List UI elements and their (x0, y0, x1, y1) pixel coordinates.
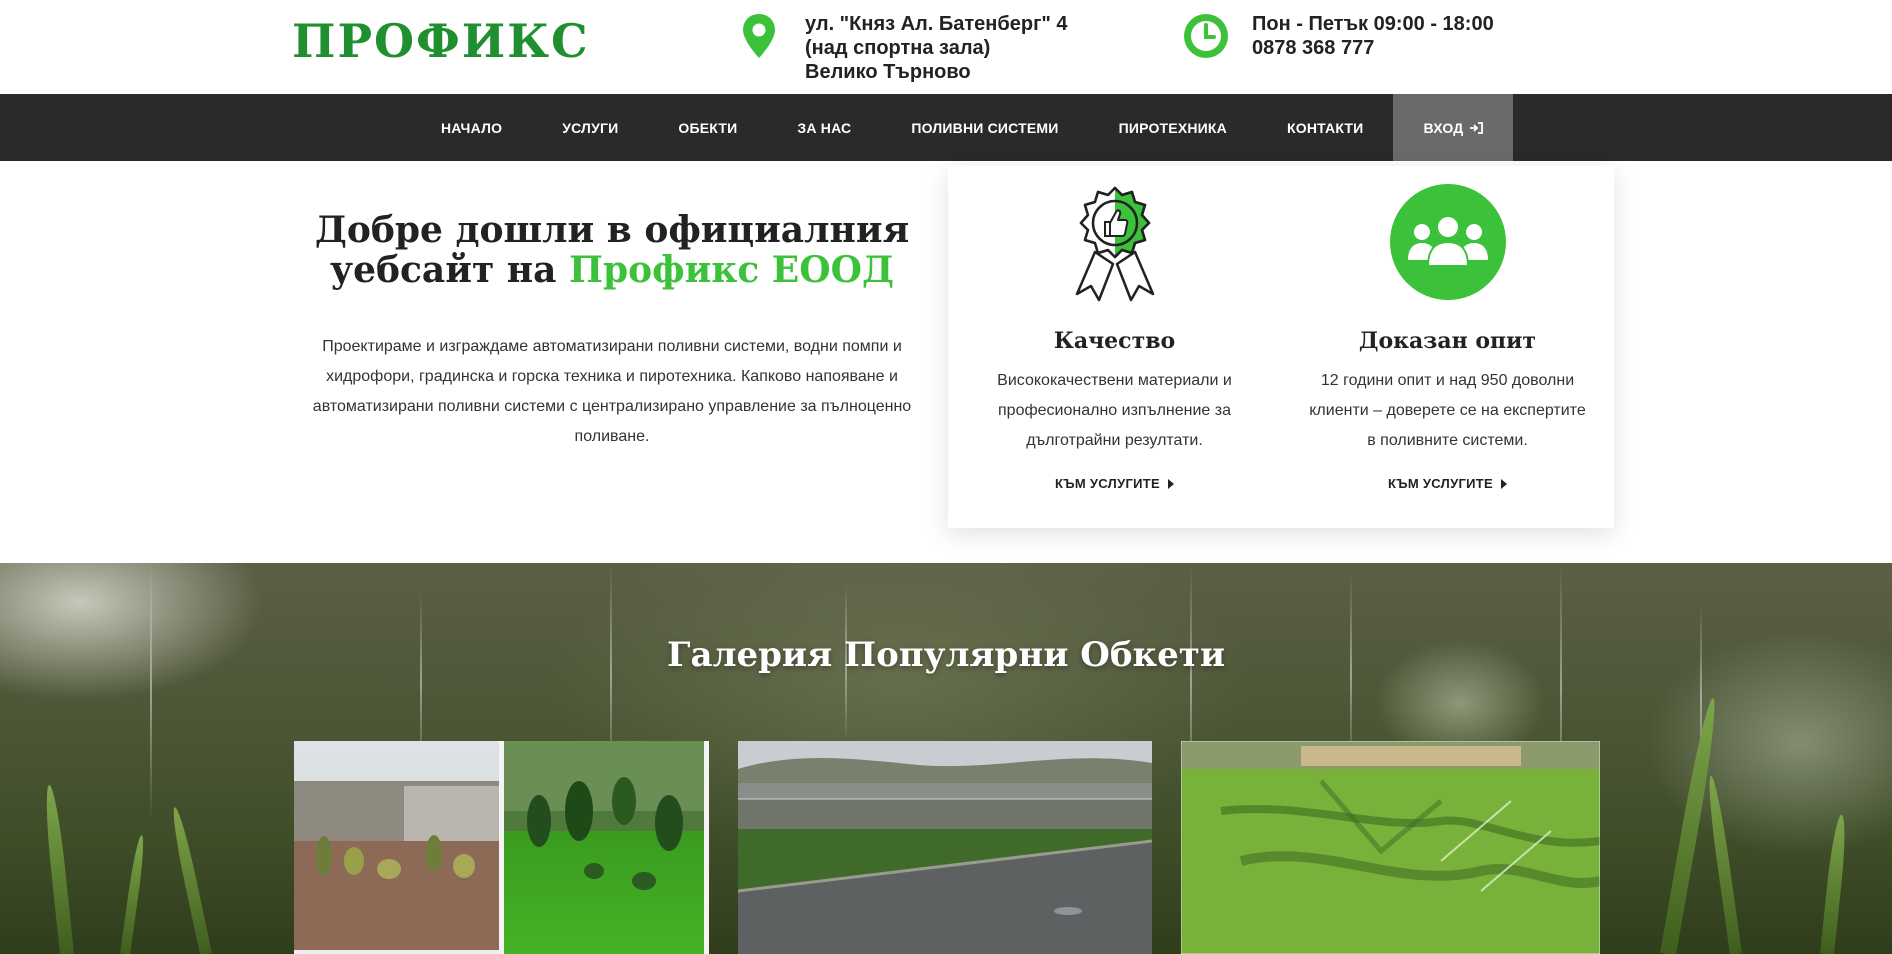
nav-item-services[interactable]: УСЛУГИ (532, 94, 648, 161)
site-logo[interactable]: ПРОФИКС (292, 14, 590, 68)
feature-title: Качество (1053, 328, 1176, 354)
award-badge-icon (1075, 186, 1154, 302)
rain-streak (150, 563, 152, 823)
group-users-icon (1389, 184, 1506, 300)
gallery-photo-garden (294, 741, 709, 954)
nav-item-pyrotechnics[interactable]: ПИРОТЕХНИКА (1089, 94, 1257, 161)
nav-item-projects[interactable]: ОБЕКТИ (648, 94, 767, 161)
address-text: ул. "Княз Ал. Батенберг" 4 (над спортна … (805, 12, 1068, 84)
gallery-item[interactable] (738, 741, 1152, 954)
gallery-photo-field (738, 741, 1152, 954)
gallery-item[interactable] (294, 741, 709, 954)
phone-number[interactable]: 0878 368 777 (1252, 36, 1494, 60)
services-link-button[interactable]: КЪМ УСЛУГИТЕ (1388, 476, 1507, 491)
grass-blade (42, 784, 74, 954)
feature-experience: Доказан опит 12 години опит и над 950 до… (1281, 166, 1614, 528)
feature-description: 12 години опит и над 950 доволни клиенти… (1309, 372, 1586, 449)
services-link-label: КЪМ УСЛУГИТЕ (1055, 476, 1160, 491)
welcome-description: Проектираме и изграждаме автоматизирани … (312, 338, 912, 445)
gallery-title: Галерия Популярни Обкети (666, 635, 1226, 675)
sign-in-icon (1470, 121, 1484, 134)
services-link-label: КЪМ УСЛУГИТЕ (1388, 476, 1493, 491)
working-hours: Пон - Петък 09:00 - 18:00 (1252, 13, 1494, 35)
map-pin-icon (743, 14, 775, 58)
welcome-title-company: Профикс ЕООД (569, 249, 894, 291)
hours-text: Пон - Петък 09:00 - 18:00 0878 368 777 (1252, 12, 1494, 60)
main-navigation: НАЧАЛО УСЛУГИ ОБЕКТИ ЗА НАС ПОЛИВНИ СИСТ… (0, 94, 1892, 161)
gallery-section: Галерия Популярни Обкети (0, 563, 1892, 954)
feature-title: Доказан опит (1358, 328, 1537, 354)
login-label: ВХОД (1423, 119, 1464, 136)
nav-item-about[interactable]: ЗА НАС (767, 94, 881, 161)
services-link-button[interactable]: КЪМ УСЛУГИТЕ (1055, 476, 1174, 491)
nav-menu: НАЧАЛО УСЛУГИ ОБЕКТИ ЗА НАС ПОЛИВНИ СИСТ… (411, 94, 1514, 161)
address-line-2: (над спортна зала) (805, 37, 991, 59)
caret-right-icon (1500, 478, 1507, 489)
nav-item-contacts[interactable]: КОНТАКТИ (1257, 94, 1393, 161)
top-header: ПРОФИКС ул. "Княз Ал. Батенберг" 4 (над … (0, 0, 1892, 94)
address-line-1: ул. "Княз Ал. Батенберг" 4 (805, 13, 1068, 35)
gallery-item[interactable] (1181, 741, 1600, 954)
feature-description: Висококачествени материали и професионал… (997, 372, 1232, 449)
features-card: Качество Висококачествени материали и пр… (948, 166, 1614, 528)
caret-right-icon (1167, 478, 1174, 489)
nav-item-irrigation[interactable]: ПОЛИВНИ СИСТЕМИ (881, 94, 1088, 161)
feature-quality: Качество Висококачествени материали и пр… (948, 166, 1281, 528)
nav-item-login[interactable]: ВХОД (1393, 94, 1514, 161)
welcome-section: Добре дошли в официалния уебсайт на Проф… (292, 210, 932, 452)
address-line-3: Велико Търново (805, 61, 971, 83)
clock-icon (1184, 14, 1228, 58)
grass-blade (1705, 774, 1742, 954)
hours-block: Пон - Петък 09:00 - 18:00 0878 368 777 (1182, 12, 1494, 60)
address-block: ул. "Княз Ал. Батенберг" 4 (над спортна … (735, 12, 1068, 84)
grass-blade (120, 834, 147, 954)
gallery-photo-lawn (1181, 741, 1600, 954)
grass-blade (1820, 814, 1849, 954)
nav-item-home[interactable]: НАЧАЛО (411, 94, 532, 161)
gallery-grid (294, 741, 1600, 954)
grass-blade (168, 806, 212, 954)
welcome-title: Добре дошли в официалния уебсайт на Проф… (292, 210, 932, 290)
